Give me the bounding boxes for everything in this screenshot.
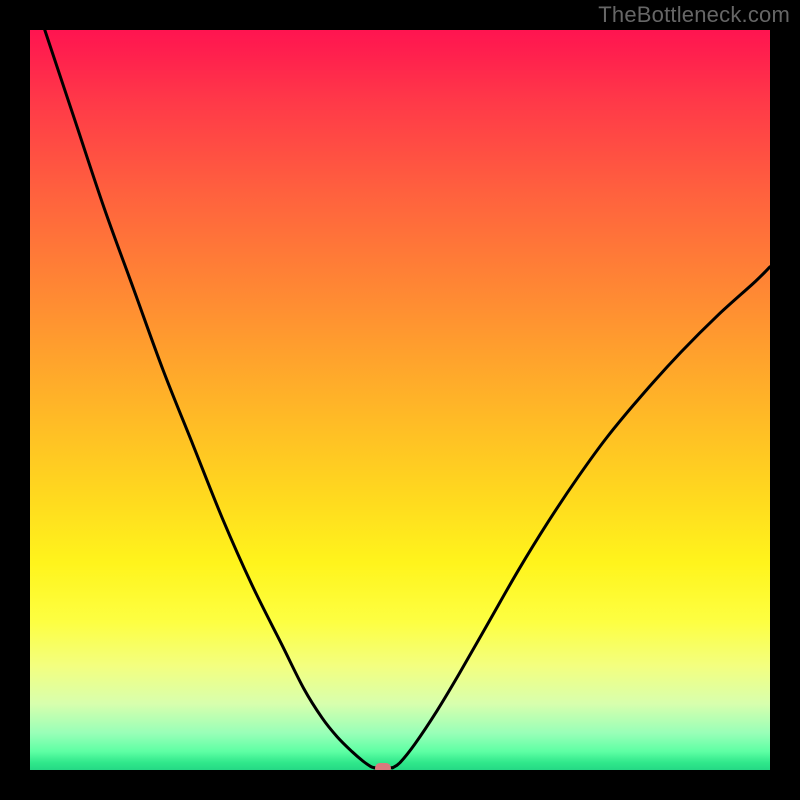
plot-area	[30, 30, 770, 770]
chart-svg	[30, 30, 770, 770]
watermark-text: TheBottleneck.com	[598, 2, 790, 28]
curve-right	[393, 267, 770, 768]
chart-frame: TheBottleneck.com	[0, 0, 800, 800]
curve-left	[45, 30, 374, 768]
minimum-marker	[375, 763, 391, 770]
